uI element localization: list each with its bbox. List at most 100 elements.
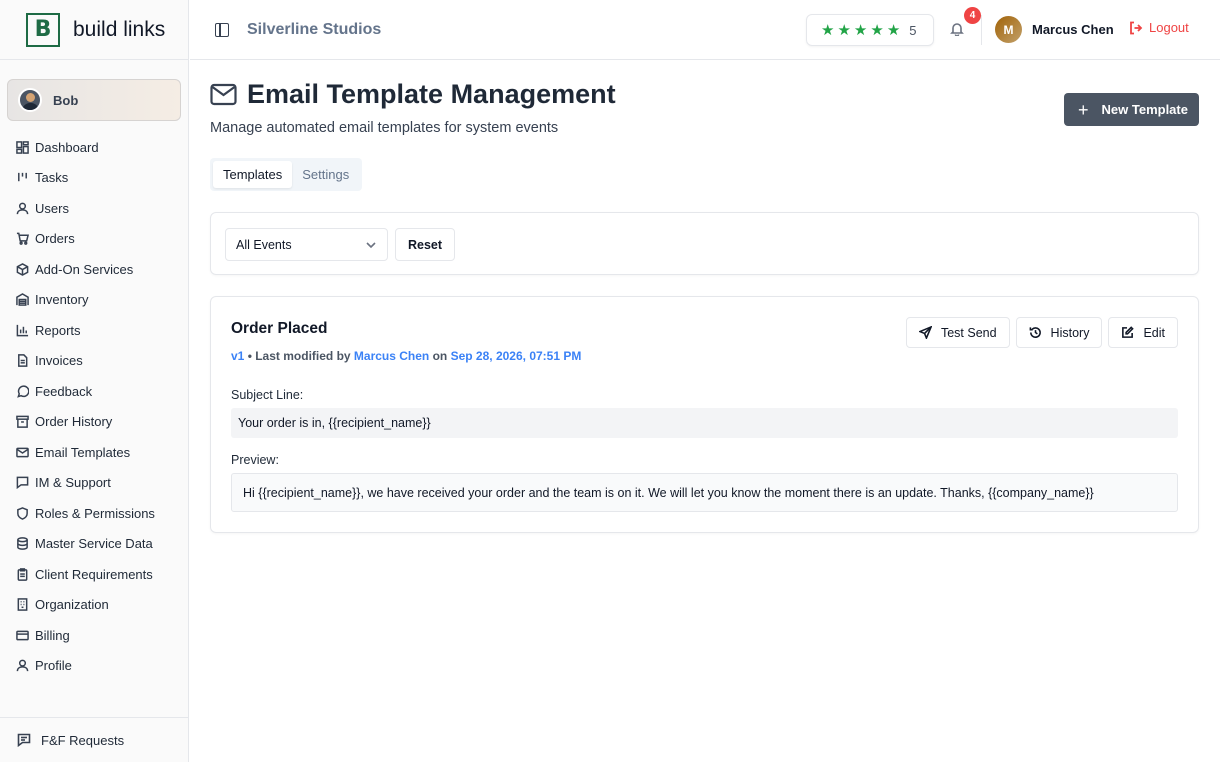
rating-value: 5	[909, 22, 917, 38]
sidebar-item-inventory[interactable]: Inventory	[0, 285, 189, 316]
sidebar-item-label: Billing	[35, 627, 70, 643]
subject-line-value: Your order is in, {{recipient_name}}	[231, 408, 1178, 438]
page-title: Email Template Management	[247, 79, 616, 109]
event-filter-value: All Events	[236, 237, 292, 252]
test-send-label: Test Send	[940, 325, 997, 340]
filter-card: All Events Reset	[210, 212, 1199, 275]
modified-by: Marcus Chen	[353, 349, 430, 363]
sidebar-item-invoices[interactable]: Invoices	[0, 346, 189, 377]
database-icon	[17, 537, 28, 551]
sidebar-footer-label: F&F Requests	[41, 732, 125, 748]
star-icon: ★	[821, 21, 835, 39]
sidebar-item-orders[interactable]: Orders	[0, 224, 189, 255]
star-icon: ★	[886, 21, 901, 39]
preview-label: Preview:	[231, 453, 279, 467]
sidebar-item-master-service-data[interactable]: Master Service Data	[0, 529, 189, 560]
tasks-icon	[18, 173, 27, 182]
star-icon: ★	[853, 21, 868, 39]
preview-value: Hi {{recipient_name}}, we have received …	[231, 473, 1178, 512]
sidebar-item-label: Feedback	[35, 383, 93, 399]
sidebar-item-label: Order History	[35, 414, 113, 430]
sidebar-toggle-icon[interactable]	[215, 22, 229, 37]
shield-icon	[17, 506, 28, 520]
template-meta: v1 • Last modified by Marcus Chen on Sep…	[231, 349, 581, 363]
sidebar-item-client-requirements[interactable]: Client Requirements	[0, 559, 189, 590]
sidebar-item-label: Profile	[35, 658, 72, 674]
sidebar-item-label: Email Templates	[35, 444, 131, 460]
tab-settings[interactable]: Settings	[292, 161, 359, 188]
avatar[interactable]: M	[995, 16, 1022, 43]
clipboard-icon	[17, 567, 28, 581]
edit-icon	[1122, 326, 1135, 338]
header-user-name[interactable]: Marcus Chen	[1032, 22, 1114, 37]
history-label: History	[1050, 325, 1090, 340]
tab-list: Templates Settings	[210, 158, 362, 191]
avatar	[18, 88, 42, 112]
notification-bell[interactable]	[950, 22, 964, 37]
dashboard-icon	[16, 140, 29, 154]
message-circle-icon	[17, 385, 29, 398]
sidebar-item-billing[interactable]: Billing	[0, 620, 189, 651]
sidebar-item-label: Organization	[35, 597, 109, 613]
sidebar-item-im-support[interactable]: IM & Support	[0, 468, 189, 499]
sidebar-item-label: Roles & Permissions	[35, 505, 155, 521]
current-user-name: Bob	[53, 92, 79, 108]
brand-logo[interactable]: B build links	[0, 0, 188, 60]
new-template-label: New Template	[1101, 102, 1188, 117]
sidebar-item-tasks[interactable]: Tasks	[0, 163, 189, 194]
sidebar-item-feedback[interactable]: Feedback	[0, 376, 189, 407]
sidebar-item-ff-requests[interactable]: F&F Requests	[0, 717, 189, 762]
history-icon	[1029, 327, 1041, 338]
file-icon	[18, 354, 28, 368]
send-icon	[918, 326, 932, 339]
sidebar-item-label: Users	[35, 200, 69, 216]
logo-mark: B	[26, 12, 60, 47]
sidebar-item-users[interactable]: Users	[0, 193, 189, 224]
warehouse-icon	[16, 293, 29, 307]
event-filter-select[interactable]: All Events	[225, 228, 388, 261]
new-template-button[interactable]: + New Template	[1064, 93, 1199, 126]
logout-button[interactable]: Logout	[1129, 20, 1189, 35]
current-user-card[interactable]: Bob	[7, 79, 181, 121]
sidebar-item-label: Reports	[35, 322, 81, 338]
star-icon: ★	[837, 21, 851, 39]
sidebar-nav: Dashboard Tasks Users Orders Add-On Serv…	[0, 132, 189, 681]
reset-button[interactable]: Reset	[395, 228, 455, 261]
chevron-down-icon	[366, 242, 376, 249]
meta-prefix: • Last modified by	[244, 349, 354, 363]
bar-chart-icon	[16, 324, 29, 337]
sidebar-item-dashboard[interactable]: Dashboard	[0, 132, 189, 163]
sidebar-item-profile[interactable]: Profile	[0, 651, 189, 682]
brand-name: build links	[73, 17, 166, 41]
sidebar-item-label: Orders	[35, 231, 75, 247]
sidebar-item-order-history[interactable]: Order History	[0, 407, 189, 438]
sidebar-item-label: Tasks	[35, 170, 69, 186]
test-send-button[interactable]: Test Send	[905, 317, 1010, 348]
company-name: Silverline Studios	[247, 20, 382, 38]
cart-icon	[16, 232, 29, 246]
plus-icon: +	[1078, 99, 1089, 120]
header-divider	[981, 15, 982, 45]
top-header: Silverline Studios ★ ★ ★ ★ ★ 5 4 M Marcu…	[190, 0, 1220, 60]
history-button[interactable]: History	[1015, 317, 1103, 348]
logout-icon	[1130, 21, 1143, 34]
rating-widget[interactable]: ★ ★ ★ ★ ★ 5	[806, 14, 934, 46]
sidebar-item-email-templates[interactable]: Email Templates	[0, 437, 189, 468]
sidebar-item-reports[interactable]: Reports	[0, 315, 189, 346]
edit-button[interactable]: Edit	[1108, 317, 1178, 348]
building-icon	[17, 598, 28, 612]
sidebar-item-organization[interactable]: Organization	[0, 590, 189, 621]
sidebar-item-roles-permissions[interactable]: Roles & Permissions	[0, 498, 189, 529]
package-icon	[16, 262, 29, 276]
sidebar-item-label: Inventory	[35, 292, 89, 308]
user-icon	[16, 202, 29, 214]
sidebar-item-add-on-services[interactable]: Add-On Services	[0, 254, 189, 285]
template-version: v1	[231, 349, 245, 363]
bell-icon	[950, 23, 964, 37]
user-icon	[16, 659, 29, 672]
meta-on: on	[429, 349, 451, 363]
tab-templates[interactable]: Templates	[213, 161, 293, 188]
logout-label: Logout	[1149, 20, 1189, 35]
archive-icon	[16, 415, 29, 429]
subject-line-label: Subject Line:	[231, 388, 304, 402]
